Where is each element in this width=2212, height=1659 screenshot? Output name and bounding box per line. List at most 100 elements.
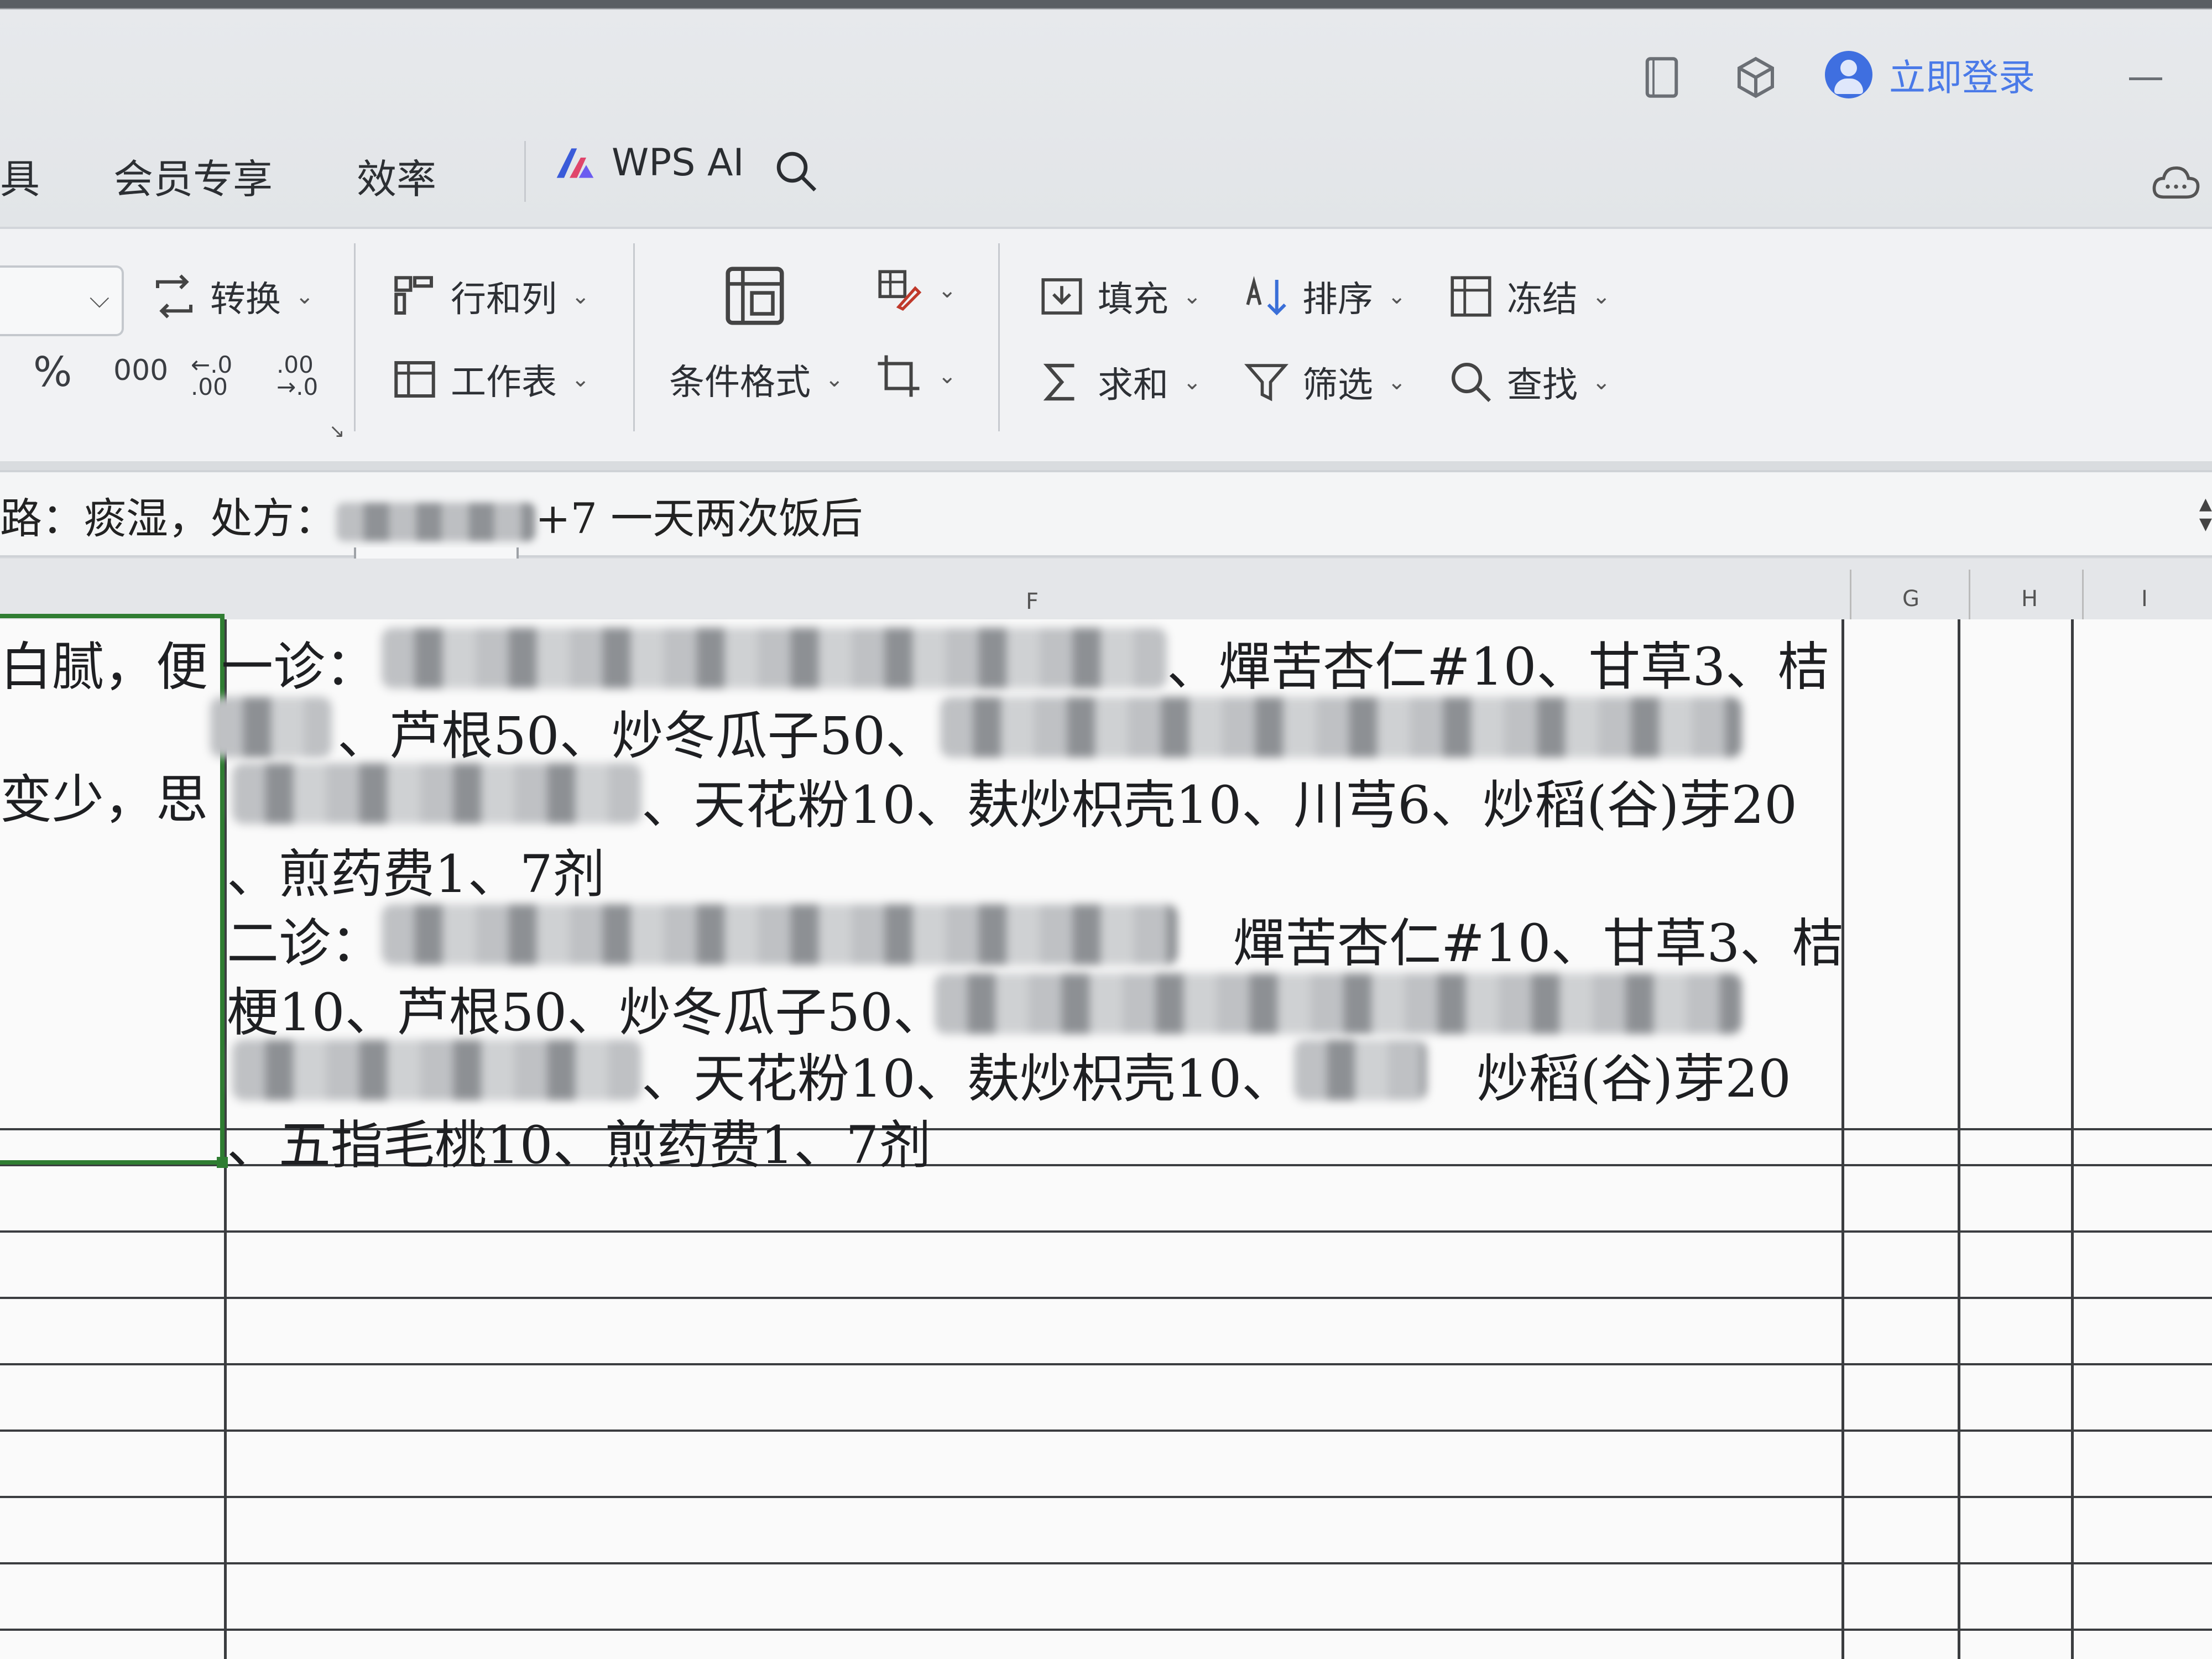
- chevron-down-icon: ⌄: [1387, 284, 1406, 309]
- convert-icon: [156, 274, 192, 319]
- col-divider: [1850, 570, 1851, 619]
- col-divider: [1969, 570, 1970, 619]
- crop-icon: [878, 355, 920, 397]
- table-style-icon: [878, 270, 922, 311]
- chevron-down-icon: ⌵: [89, 283, 109, 314]
- freeze-label: 冻结: [1507, 279, 1578, 320]
- chevron-down-icon: ⌄: [295, 284, 314, 309]
- cube-icon[interactable]: [1725, 47, 1786, 108]
- wps-ai-logo-icon: [556, 148, 594, 178]
- line-5-prefix: 二诊：: [227, 914, 383, 974]
- menu-divider: [524, 141, 526, 202]
- line-6-text: 梗10、芦根50、炒冬瓜子50、: [227, 983, 945, 1043]
- search-icon[interactable]: [771, 147, 821, 196]
- line-4-text: 、煎药费1、7剂: [227, 844, 605, 905]
- chevron-down-icon: ⌄: [571, 284, 590, 309]
- formula-bar[interactable]: 路：痰湿，处方： +7 一天两次饭后 ▲ ▼: [0, 470, 2212, 557]
- col-divider: [2082, 570, 2084, 619]
- redacted-block: [1294, 1040, 1427, 1100]
- redacted-block: [382, 904, 1178, 965]
- avatar-icon: [1825, 51, 1872, 98]
- col-line: [2071, 619, 2074, 1659]
- column-header-i[interactable]: I: [2141, 586, 2148, 612]
- filter-button[interactable]: 筛选 ⌄: [1241, 357, 1406, 408]
- redacted-block: [232, 763, 641, 824]
- row-line: [0, 1496, 2212, 1498]
- formula-suffix: +7 一天两次饭后: [535, 494, 863, 543]
- worksheet-icon: [394, 361, 435, 398]
- sum-label: 求和: [1098, 365, 1168, 406]
- row-line: [0, 1363, 2212, 1365]
- chevron-down-icon: ⌄: [825, 367, 844, 392]
- redacted-block: [940, 697, 1742, 758]
- line-5-text: 燀苦杏仁#10、甘草3、桔: [1233, 914, 1844, 974]
- fill-button[interactable]: 填充 ⌄: [1037, 271, 1202, 322]
- decrease-decimal-button[interactable]: .00 →.0: [276, 353, 332, 399]
- sort-button[interactable]: 排序 ⌄: [1241, 271, 1406, 322]
- menu-member[interactable]: 会员专享: [113, 147, 273, 205]
- convert-button[interactable]: 转换 ⌄: [149, 271, 314, 322]
- formula-redacted: [336, 503, 535, 541]
- window-restore-icon[interactable]: [1631, 47, 1692, 108]
- dialog-launcher-icon[interactable]: ↘: [329, 420, 345, 442]
- find-button[interactable]: 查找 ⌄: [1446, 357, 1611, 408]
- format-painter-button[interactable]: ⌄: [874, 265, 957, 315]
- title-bar: [0, 0, 2212, 227]
- menu-tools[interactable]: 具: [0, 147, 40, 205]
- minimize-icon[interactable]: [2129, 77, 2162, 80]
- formula-prefix: 路：痰湿，处方：: [0, 494, 336, 543]
- redacted-block: [382, 628, 1167, 688]
- menu-efficiency[interactable]: 效率: [357, 147, 436, 205]
- fill-label: 填充: [1098, 279, 1168, 320]
- filter-label: 筛选: [1302, 365, 1373, 406]
- line-1-text: 、燀苦杏仁#10、甘草3、桔: [1167, 637, 1830, 697]
- wps-ai-button[interactable]: WPS AI: [553, 141, 744, 185]
- chevron-down-icon: ⌄: [1183, 284, 1202, 309]
- left-cell-line-1: 白腻，便: [0, 637, 208, 697]
- login-button[interactable]: 立即登录: [1825, 44, 2035, 105]
- chevron-down-icon: ⌄: [938, 363, 957, 389]
- increase-decimal-button[interactable]: ←.0 .00: [191, 353, 246, 399]
- row-line: [0, 1629, 2212, 1631]
- formula-scroll-icon[interactable]: ▲ ▼: [2199, 494, 2212, 534]
- row-line: [0, 1430, 2212, 1432]
- conditional-format-icon[interactable]: [719, 260, 791, 332]
- line-1-prefix: 一诊：: [221, 637, 378, 697]
- redacted-block: [935, 973, 1742, 1034]
- row-line: [0, 1230, 2212, 1233]
- row-line: [0, 1562, 2212, 1564]
- cloud-chat-icon[interactable]: [2151, 160, 2201, 205]
- worksheet-button[interactable]: 工作表 ⌄: [390, 354, 590, 405]
- ribbon-divider: [354, 243, 356, 431]
- format-dropdown[interactable]: ⌵: [0, 265, 124, 336]
- wps-ai-label: WPS AI: [612, 141, 744, 185]
- convert-label: 转换: [210, 279, 281, 320]
- rows-cols-icon: [394, 276, 433, 315]
- col-line: [1958, 619, 1960, 1659]
- formula-text[interactable]: 路：痰湿，处方： +7 一天两次饭后: [0, 484, 863, 545]
- conditional-format-button[interactable]: 条件格式 ⌄: [669, 354, 844, 405]
- freeze-button[interactable]: 冻结 ⌄: [1446, 271, 1611, 322]
- thousands-button[interactable]: 000: [113, 354, 168, 387]
- ribbon-divider: [998, 243, 1000, 431]
- conditional-format-label: 条件格式: [669, 362, 811, 403]
- redacted-block: [210, 697, 332, 758]
- left-cell-line-2: 变少，思: [0, 770, 208, 830]
- line-3-text: 、天花粉10、麸炒枳壳10、川芎6、炒稻(谷)芽20: [641, 775, 1797, 836]
- rows-cols-label: 行和列: [451, 279, 557, 320]
- line-8-text: 炒稻(谷)芽20: [1477, 1049, 1791, 1109]
- ribbon-divider: [633, 243, 635, 431]
- rows-cols-button[interactable]: 行和列 ⌄: [390, 271, 590, 322]
- freeze-icon: [1451, 276, 1491, 317]
- sum-button[interactable]: 求和 ⌄: [1037, 357, 1202, 408]
- column-header-h[interactable]: H: [2021, 586, 2038, 612]
- chevron-down-icon: ⌄: [938, 278, 957, 303]
- crop-button[interactable]: ⌄: [874, 351, 957, 401]
- fill-icon: [1041, 278, 1082, 315]
- sort-label: 排序: [1302, 279, 1373, 320]
- column-header-g[interactable]: G: [1902, 586, 1919, 612]
- line-2-text: 、芦根50、炒冬瓜子50、: [337, 706, 938, 766]
- percent-button[interactable]: %: [33, 348, 72, 396]
- line-7-text: 、天花粉10、麸炒枳壳10、: [641, 1049, 1294, 1109]
- column-header-f[interactable]: F: [1026, 589, 1039, 614]
